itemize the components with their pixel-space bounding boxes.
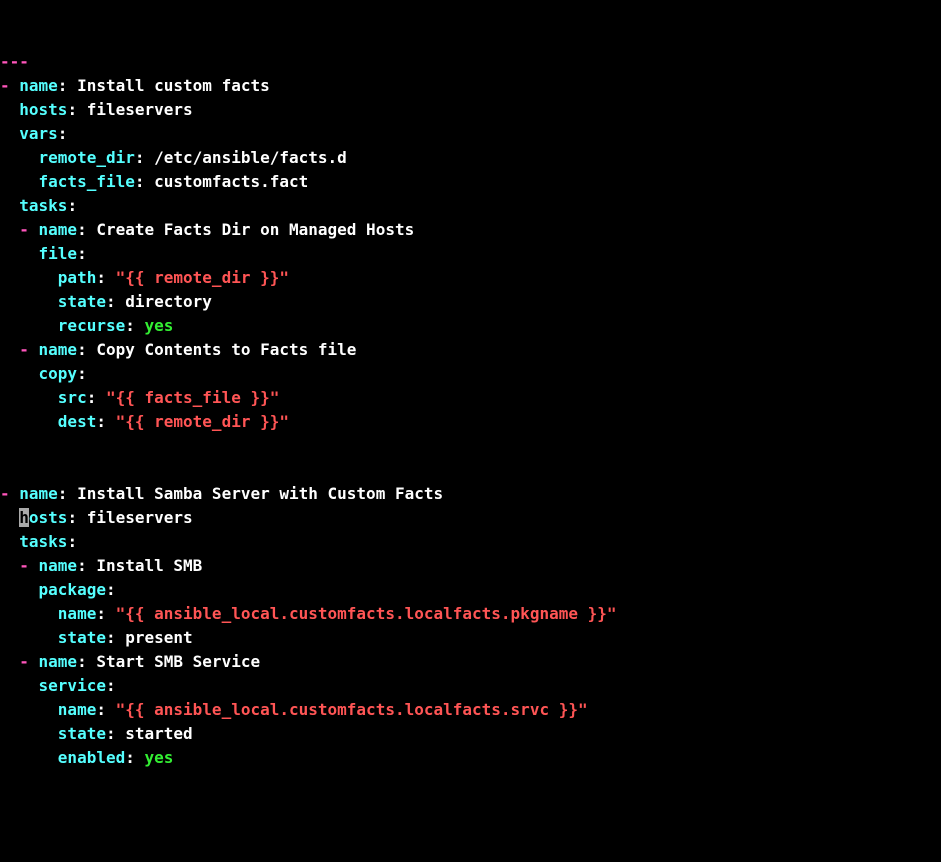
- key-state: state: [58, 292, 106, 311]
- key-remote-dir: remote_dir: [39, 148, 135, 167]
- val-state: directory: [116, 292, 212, 311]
- key-hosts: osts: [29, 508, 68, 527]
- code-editor[interactable]: --- - name: Install custom facts hosts: …: [0, 50, 941, 770]
- key-name: name: [58, 700, 97, 719]
- key-name: name: [39, 340, 78, 359]
- key-name: name: [19, 76, 58, 95]
- task1-name: Install SMB: [87, 556, 203, 575]
- val-state: started: [116, 724, 193, 743]
- play1-name: Install custom facts: [67, 76, 269, 95]
- key-name: name: [39, 556, 78, 575]
- val-state: present: [116, 628, 193, 647]
- key-src: src: [58, 388, 87, 407]
- val-pkg-name: "{{ ansible_local.customfacts.localfacts…: [106, 604, 617, 623]
- key-service: service: [39, 676, 106, 695]
- key-package: package: [39, 580, 106, 599]
- key-name: name: [39, 652, 78, 671]
- dash: -: [19, 652, 38, 671]
- key-name: name: [58, 604, 97, 623]
- key-vars: vars: [19, 124, 58, 143]
- key-tasks: tasks: [19, 196, 67, 215]
- val-facts-file: customfacts.fact: [145, 172, 309, 191]
- task2-name: Start SMB Service: [87, 652, 260, 671]
- dash: -: [0, 76, 19, 95]
- val-path: "{{ remote_dir }}": [106, 268, 289, 287]
- key-path: path: [58, 268, 97, 287]
- val-srvc-name: "{{ ansible_local.customfacts.localfacts…: [106, 700, 588, 719]
- key-copy: copy: [39, 364, 78, 383]
- key-enabled: enabled: [58, 748, 125, 767]
- key-dest: dest: [58, 412, 97, 431]
- text-cursor: h: [19, 508, 29, 527]
- val-enabled: yes: [135, 748, 174, 767]
- val-dest: "{{ remote_dir }}": [106, 412, 289, 431]
- key-hosts: hosts: [19, 100, 67, 119]
- dash: -: [19, 220, 38, 239]
- task1-name: Create Facts Dir on Managed Hosts: [87, 220, 415, 239]
- task2-name: Copy Contents to Facts file: [87, 340, 357, 359]
- play2-hosts: fileservers: [77, 508, 193, 527]
- key-name: name: [39, 220, 78, 239]
- doc-start: ---: [0, 52, 29, 71]
- val-src: "{{ facts_file }}": [96, 388, 279, 407]
- dash: -: [19, 340, 38, 359]
- key-name: name: [19, 484, 58, 503]
- key-state: state: [58, 628, 106, 647]
- play2-name: Install Samba Server with Custom Facts: [67, 484, 443, 503]
- val-recurse: yes: [135, 316, 174, 335]
- dash: -: [0, 484, 19, 503]
- key-state: state: [58, 724, 106, 743]
- key-recurse: recurse: [58, 316, 125, 335]
- key-facts-file: facts_file: [39, 172, 135, 191]
- key-file: file: [39, 244, 78, 263]
- play1-hosts: fileservers: [77, 100, 193, 119]
- key-tasks: tasks: [19, 532, 67, 551]
- val-remote-dir: /etc/ansible/facts.d: [145, 148, 347, 167]
- dash: -: [19, 556, 38, 575]
